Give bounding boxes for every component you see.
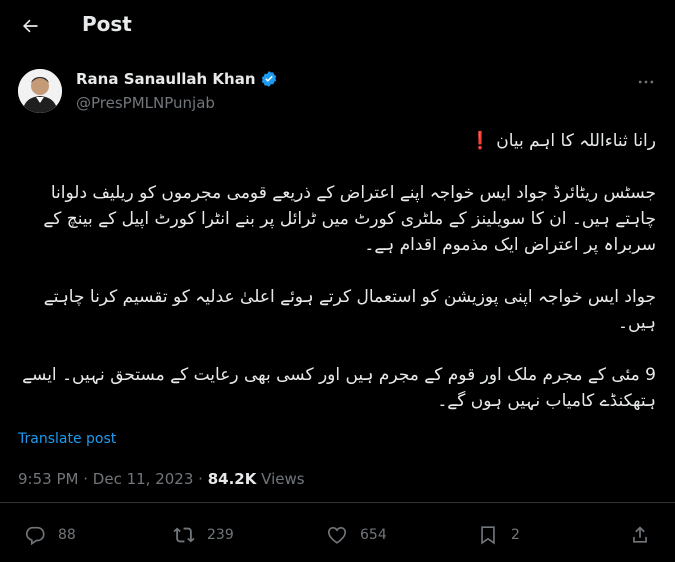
post-paragraph: 9 مئی کے مجرم ملک اور قوم کے مجرم ہیں او… xyxy=(22,365,656,411)
post-text: رانا ثناءاللہ کا اہم بیان ❗️ جسٹس ریٹائر… xyxy=(18,128,656,414)
post-date[interactable]: Dec 11, 2023 xyxy=(93,470,194,488)
page-title: Post xyxy=(82,12,132,36)
more-options-button[interactable] xyxy=(632,68,660,96)
like-button[interactable]: 654 xyxy=(326,515,387,555)
bookmark-count: 2 xyxy=(511,527,520,543)
more-dots-icon xyxy=(638,80,654,84)
author-handle[interactable]: @PresPMLNPunjab xyxy=(76,94,215,112)
translate-post-link[interactable]: Translate post xyxy=(18,431,116,447)
meta-separator: · xyxy=(198,470,203,488)
like-count: 654 xyxy=(360,527,387,543)
avatar-image-icon xyxy=(18,69,62,113)
repost-button[interactable]: 239 xyxy=(173,515,234,555)
post-paragraph: جسٹس ریٹائرڈ جواد ایس خواجہ اپنے اعتراض … xyxy=(43,183,656,255)
author-name[interactable]: Rana Sanaullah Khan xyxy=(76,70,256,88)
back-button[interactable] xyxy=(14,10,46,42)
repost-icon xyxy=(173,527,195,543)
divider xyxy=(0,502,675,503)
bookmark-icon xyxy=(481,526,495,545)
back-arrow-icon xyxy=(23,19,38,33)
meta-separator: · xyxy=(83,470,89,488)
verified-badge-icon xyxy=(261,71,276,87)
bookmark-button[interactable]: 2 xyxy=(477,515,520,555)
post-title-line: رانا ثناءاللہ کا اہم بیان ❗️ xyxy=(469,131,656,151)
action-bar: 88 239 654 2 xyxy=(0,515,675,555)
heart-icon xyxy=(327,527,347,544)
post-paragraph: جواد ایس خواجہ اپنی پوزیشن کو استعمال کر… xyxy=(43,287,656,333)
views-label: Views xyxy=(261,470,305,488)
post-time[interactable]: 9:53 PM xyxy=(18,470,78,488)
share-button[interactable] xyxy=(629,515,651,555)
reply-count: 88 xyxy=(58,527,76,543)
reply-button[interactable]: 88 xyxy=(24,515,76,555)
avatar[interactable] xyxy=(18,69,62,113)
top-bar: Post xyxy=(0,0,675,52)
share-icon xyxy=(633,526,647,543)
views-count: 84.2K xyxy=(207,470,257,488)
author-name-row: Rana Sanaullah Khan xyxy=(76,70,278,88)
post-meta: 9:53 PM · Dec 11, 2023 · 84.2K Views xyxy=(18,470,305,488)
repost-count: 239 xyxy=(207,527,234,543)
reply-icon xyxy=(25,526,45,546)
